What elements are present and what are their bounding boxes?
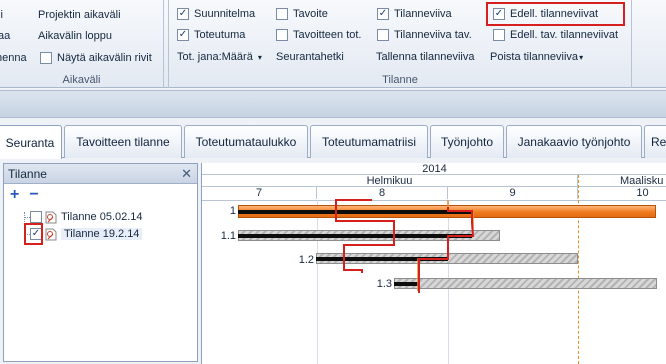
seurantahetki-button[interactable]: Seurantahetki [276, 48, 344, 66]
tab-tavoitteen-tilanne[interactable]: Tavoitteen tilanne [64, 125, 182, 158]
checkbox-icon [276, 8, 288, 20]
tab-res[interactable]: Res [644, 125, 666, 158]
group-label-tilanne: Tilanne [382, 74, 418, 86]
document-icon [45, 211, 57, 224]
tab-tyonjohto[interactable]: Työnjohto [430, 125, 504, 158]
toteutuma-checkbox[interactable]: ✓ Toteutuma [177, 26, 245, 44]
group-label-aikavali: Aikaväli [62, 74, 101, 86]
poista-tilanneviiva-button[interactable]: Poista tilanneviiva ▾ [490, 48, 583, 66]
aikavalin-loppu-button[interactable]: Aikavälin loppu [38, 27, 112, 45]
tilanne-list-item[interactable]: ✓ Tilanne 19.2.14 [30, 226, 143, 242]
tilanneviiva-tav-checkbox[interactable]: Tilanneviiva tav. [377, 26, 472, 44]
panel-header: Tilanne ✕ [4, 164, 197, 184]
tab-bar: Seuranta Tavoitteen tilanne Toteutumatau… [0, 122, 666, 159]
tab-toteutumamatriisi[interactable]: Toteutumamatriisi [310, 125, 428, 158]
panel-title: Tilanne [8, 166, 47, 181]
tilanneviiva-checkbox[interactable]: ✓ Tilanneviiva [377, 5, 452, 23]
ribbon-group-tilanne: ✓ Suunnitelma ✓ Toteutuma Tot. jana:Määrä ▾… [168, 0, 632, 88]
tab-toteutumataulukko[interactable]: Toteutumataulukko [184, 125, 308, 158]
highlight-box [486, 2, 625, 26]
tilanne-panel: Tilanne ✕ + − Tilanne 05.02.14 ✓ Tilanne… [3, 163, 198, 362]
nayta-aikavalin-rivit-checkbox[interactable]: Näytä aikavälin rivit [40, 49, 152, 67]
tavoite-checkbox[interactable]: Tavoite [276, 5, 328, 23]
gantt-chart: 2014 Helmikuu Maalisku 7 8 9 10 1 1.1 1.… [201, 163, 666, 364]
tab-janakaavio-tyonjohto[interactable]: Janakaavio työnjohto [506, 125, 642, 158]
highlight-box [24, 223, 43, 245]
checkbox-icon [493, 29, 505, 41]
ribbon-item-cut-2[interactable]: aa [0, 27, 10, 45]
checkbox-icon[interactable] [30, 211, 42, 223]
suunnitelma-checkbox[interactable]: ✓ Suunnitelma [177, 5, 255, 23]
projektin-aikavali-button[interactable]: Projektin aikaväli [38, 6, 121, 24]
checked-icon: ✓ [377, 8, 389, 20]
ribbon-group-aikavali: li Projektin aikaväli aa Aikavälin loppu… [0, 0, 164, 88]
ribbon-item-cut-3[interactable]: henna [0, 49, 27, 67]
document-icon [45, 228, 57, 241]
checkbox-icon [276, 29, 288, 41]
chevron-down-icon: ▾ [257, 52, 262, 62]
remove-icon[interactable]: − [29, 186, 38, 204]
checkbox-icon [377, 29, 389, 41]
add-icon[interactable]: + [10, 186, 19, 204]
toolbar-strip [0, 90, 666, 118]
checked-icon: ✓ [177, 8, 189, 20]
tot-jana-dropdown[interactable]: Tot. jana:Määrä ▾ [177, 48, 262, 66]
panel-toolbar: + − [4, 184, 197, 206]
ribbon: li Projektin aikaväli aa Aikavälin loppu… [0, 0, 666, 88]
ribbon-item-cut-1[interactable]: li [0, 6, 3, 24]
checkbox-icon [40, 52, 52, 64]
tilanne-list-item[interactable]: Tilanne 05.02.14 [30, 209, 143, 225]
tallenna-tilanneviiva-button[interactable]: Tallenna tilanneviiva [376, 48, 474, 66]
tavoitteen-tot-checkbox[interactable]: Tavoitteen tot. [276, 26, 362, 44]
checked-icon: ✓ [177, 29, 189, 41]
status-line-previous [335, 199, 475, 293]
edell-tav-tilanneviivat-checkbox[interactable]: Edell. tav. tilanneviivat [493, 26, 618, 44]
tab-seuranta[interactable]: Seuranta [0, 125, 62, 159]
close-icon[interactable]: ✕ [181, 166, 192, 182]
chevron-down-icon: ▾ [579, 52, 584, 62]
